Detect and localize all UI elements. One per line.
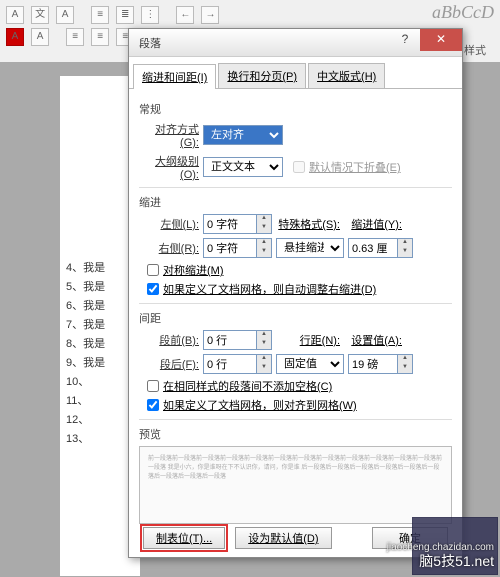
font-icon[interactable]: 文 [31, 6, 49, 24]
numbering-icon[interactable]: ≣ [116, 6, 134, 24]
close-icon[interactable]: ✕ [420, 29, 462, 51]
at-input[interactable] [348, 354, 398, 374]
spinner-icon[interactable]: ▲▼ [257, 238, 272, 258]
line-spacing-label: 行距(N): [276, 332, 340, 348]
help-icon[interactable]: ? [390, 29, 420, 51]
tab-strip: 缩进和间距(I) 换行和分页(P) 中文版式(H) [129, 57, 462, 89]
highlight-icon[interactable]: A [31, 28, 49, 46]
list-item: 12、 [66, 411, 134, 427]
line-spacing-select[interactable]: 固定值 [276, 354, 344, 374]
font-color-icon[interactable]: A [6, 28, 24, 46]
collapse-checkbox [293, 161, 305, 173]
preview-box: 前一段落前一段落前一段落前一段落前一段落前一段落前一段落前一段落前一段落前一段落… [139, 446, 452, 524]
paragraph-dialog: 段落 ? ✕ 缩进和间距(I) 换行和分页(P) 中文版式(H) 常规 对齐方式… [128, 28, 463, 558]
multilevel-icon[interactable]: ⋮ [141, 6, 159, 24]
snap-to-grid-checkbox[interactable] [147, 399, 159, 411]
bullets-icon[interactable]: ≡ [91, 6, 109, 24]
spinner-icon[interactable]: ▲▼ [398, 354, 413, 374]
indent-by-input[interactable] [348, 238, 398, 258]
no-space-same-style-label: 在相同样式的段落间不添加空格(C) [163, 378, 332, 394]
styles-label: 样式 [464, 42, 486, 58]
mirror-indent-checkbox[interactable] [147, 264, 159, 276]
paste-icon[interactable]: A [6, 6, 24, 24]
dialog-title-bar[interactable]: 段落 ? ✕ [129, 29, 462, 57]
list-item: 8、我是 [66, 335, 134, 351]
alignment-select[interactable]: 左对齐 [203, 125, 283, 145]
outline-select[interactable]: 正文文本 [203, 157, 283, 177]
indent-right-input[interactable] [203, 238, 257, 258]
list-item: 6、我是 [66, 297, 134, 313]
watermark-text: 脑5技51.net [419, 551, 494, 571]
list-item: 10、 [66, 373, 134, 389]
space-before-label: 段前(B): [139, 332, 199, 348]
space-after-label: 段后(F): [139, 356, 199, 372]
increase-indent-icon[interactable]: → [201, 6, 219, 24]
special-format-label: 特殊格式(S): [276, 216, 340, 232]
section-general: 常规 [139, 101, 452, 117]
mirror-indent-label: 对称缩进(M) [163, 262, 224, 278]
spinner-icon[interactable]: ▲▼ [257, 354, 272, 374]
special-format-select[interactable]: 悬挂缩进 [276, 238, 344, 258]
list-item: 13、 [66, 430, 134, 446]
list-item: 4、我是 [66, 259, 134, 275]
align-center-icon[interactable]: ≡ [91, 28, 109, 46]
auto-adjust-indent-checkbox[interactable] [147, 283, 159, 295]
list-item: 9、我是 [66, 354, 134, 370]
list-item: 5、我是 [66, 278, 134, 294]
tab-asian-typography[interactable]: 中文版式(H) [308, 63, 385, 88]
collapse-label: 默认情况下折叠(E) [309, 159, 401, 175]
indent-left-label: 左侧(L): [139, 216, 199, 232]
section-preview: 预览 [139, 426, 452, 442]
tab-line-page-breaks[interactable]: 换行和分页(P) [218, 63, 306, 88]
tabs-button[interactable]: 制表位(T)... [143, 527, 225, 549]
dialog-title: 段落 [139, 38, 161, 50]
indent-by-label: 缩进值(Y): [344, 216, 402, 232]
alignment-label: 对齐方式(G): [139, 121, 199, 149]
style-sample: aBbCcD [432, 2, 494, 23]
set-default-button[interactable]: 设为默认值(D) [235, 527, 331, 549]
decrease-indent-icon[interactable]: ← [176, 6, 194, 24]
spinner-icon[interactable]: ▲▼ [257, 214, 272, 234]
space-after-input[interactable] [203, 354, 257, 374]
spinner-icon[interactable]: ▲▼ [257, 330, 272, 350]
space-before-input[interactable] [203, 330, 257, 350]
align-left-icon[interactable]: ≡ [66, 28, 84, 46]
ruby-icon[interactable]: A [56, 6, 74, 24]
spinner-icon[interactable]: ▲▼ [398, 238, 413, 258]
outline-label: 大纲级别(O): [139, 153, 199, 181]
tab-indent-spacing[interactable]: 缩进和间距(I) [133, 64, 216, 89]
section-indent: 缩进 [139, 194, 452, 210]
at-label: 设置值(A): [344, 332, 402, 348]
indent-left-input[interactable] [203, 214, 257, 234]
snap-to-grid-label: 如果定义了文档网格，则对齐到网格(W) [163, 397, 357, 413]
list-item: 11、 [66, 392, 134, 408]
list-item: 7、我是 [66, 316, 134, 332]
indent-right-label: 右侧(R): [139, 240, 199, 256]
auto-adjust-indent-label: 如果定义了文档网格，则自动调整右缩进(D) [163, 281, 376, 297]
no-space-same-style-checkbox[interactable] [147, 380, 159, 392]
section-spacing: 间距 [139, 310, 452, 326]
